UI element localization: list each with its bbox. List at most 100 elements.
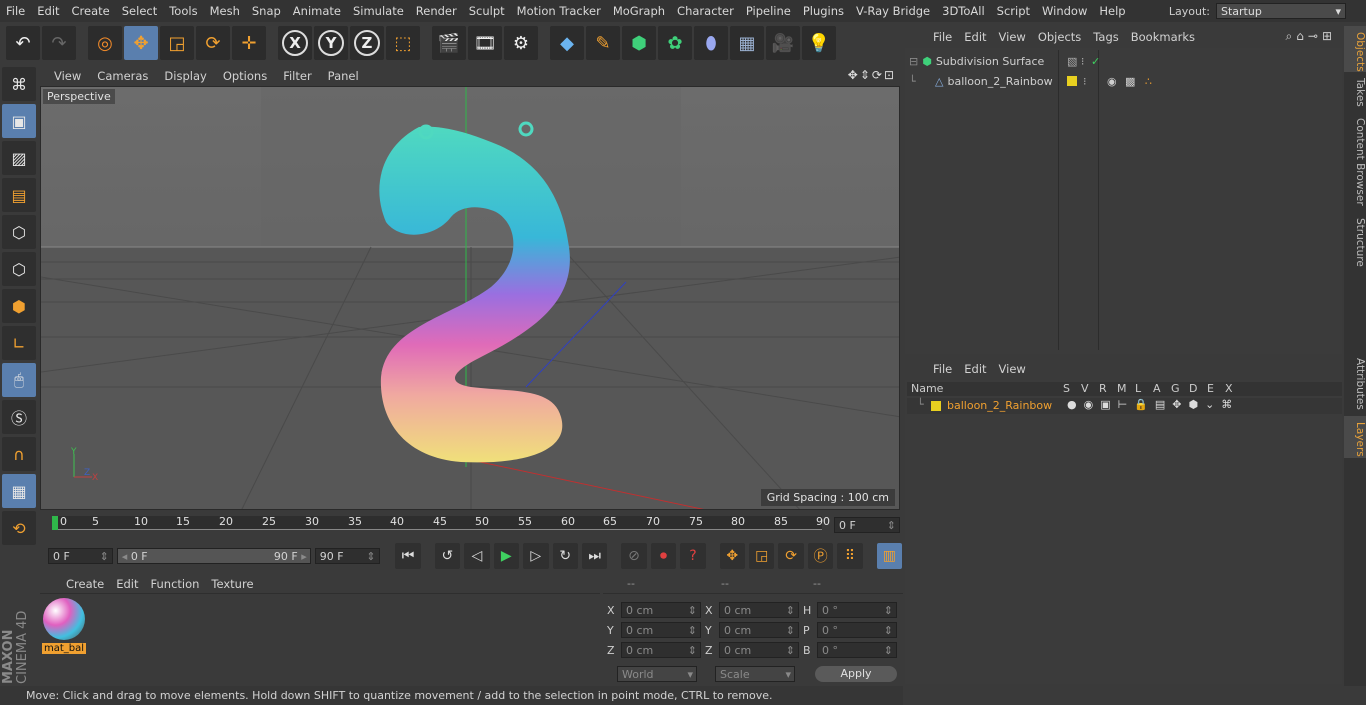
viewport-menu-view[interactable]: View: [46, 69, 89, 83]
rotate-icon[interactable]: ⟳: [196, 26, 230, 60]
tab-objects[interactable]: Objects: [1344, 26, 1366, 72]
keyframe-selection-icon[interactable]: ?: [680, 543, 706, 569]
go-to-start-icon[interactable]: ⏮: [395, 543, 421, 569]
viewport-menu-filter[interactable]: Filter: [275, 69, 319, 83]
column-view[interactable]: V: [1081, 382, 1089, 395]
size-z-field[interactable]: 0 cm ⇕: [719, 642, 799, 658]
objects-menu-tags[interactable]: Tags: [1087, 30, 1124, 44]
axis-mode-icon[interactable]: ∟: [2, 326, 36, 360]
collapse-icon[interactable]: ⊟: [909, 55, 918, 68]
model-mode-icon[interactable]: ▣: [2, 104, 36, 138]
record-keys-icon[interactable]: ⊘: [621, 543, 647, 569]
points-mode-icon[interactable]: ⬡: [2, 215, 36, 249]
layers-menu-file[interactable]: File: [927, 362, 958, 376]
live-selection-icon[interactable]: ◎: [88, 26, 122, 60]
camera-label[interactable]: Perspective: [43, 89, 115, 104]
menu-animate[interactable]: Animate: [287, 4, 347, 18]
make-editable-icon[interactable]: ⌘: [2, 67, 36, 101]
planar-workplane-icon[interactable]: ⟲: [2, 511, 36, 545]
viewport-menu-options[interactable]: Options: [215, 69, 275, 83]
scale-mode-dropdown[interactable]: Scale ▾: [715, 666, 795, 682]
tab-structure[interactable]: Structure: [1344, 212, 1366, 272]
pen-icon[interactable]: ✎: [586, 26, 620, 60]
layer-color-swatch[interactable]: [1067, 76, 1077, 86]
viewport-menu-display[interactable]: Display: [156, 69, 214, 83]
layers-menu-view[interactable]: View: [993, 362, 1032, 376]
column-solo[interactable]: S: [1063, 382, 1070, 395]
layer-toggle-icons[interactable]: ●◉▣⊢🔒▤✥⬢⌄⌘: [1067, 398, 1239, 411]
pos-z-field[interactable]: 0 cm ⇕: [621, 642, 701, 658]
size-x-field[interactable]: 0 cm ⇕: [719, 602, 799, 618]
object-row-subdivision-surface[interactable]: ⊟ ⬢ Subdivision Surface ▧ ⁝ ✓: [909, 52, 1339, 70]
viewport-perspective[interactable]: Y X Z Perspective Grid Spacing : 100 cm: [40, 86, 900, 510]
apply-button[interactable]: Apply: [815, 666, 897, 682]
pos-x-field[interactable]: 0 cm ⇕: [621, 602, 701, 618]
column-deformers[interactable]: D: [1189, 382, 1197, 395]
column-name[interactable]: Name: [911, 382, 943, 395]
viewport-menu-cameras[interactable]: Cameras: [89, 69, 156, 83]
redo-icon[interactable]: ↷: [42, 26, 76, 60]
column-animation[interactable]: A: [1153, 382, 1161, 395]
texture-mode-icon[interactable]: ▨: [2, 141, 36, 175]
menu-help[interactable]: Help: [1093, 4, 1131, 18]
tab-attributes[interactable]: Attributes: [1344, 352, 1366, 416]
menu-create[interactable]: Create: [66, 4, 116, 18]
objects-menu-view[interactable]: View: [993, 30, 1032, 44]
material-tag-icon[interactable]: ◉: [1107, 75, 1117, 88]
cube-icon[interactable]: ◆: [550, 26, 584, 60]
key-pla-icon[interactable]: ⠿: [837, 543, 863, 569]
start-frame-field[interactable]: 0 F ⇕: [48, 548, 113, 564]
layers-menu-edit[interactable]: Edit: [958, 362, 992, 376]
subdivision-icon[interactable]: ⬢: [622, 26, 656, 60]
coordinate-mode-dropdown[interactable]: World ▾: [617, 666, 697, 682]
menu-pipeline[interactable]: Pipeline: [740, 4, 797, 18]
transform-icon[interactable]: ✛: [232, 26, 266, 60]
render-view-icon[interactable]: 🎬: [432, 26, 466, 60]
object-name[interactable]: Subdivision Surface: [936, 55, 1044, 68]
visibility-dots-icon[interactable]: ▧ ⁝: [1067, 55, 1084, 68]
floor-icon[interactable]: ▦: [730, 26, 764, 60]
phong-tag-icon[interactable]: ∴: [1145, 75, 1152, 88]
menu-character[interactable]: Character: [671, 4, 740, 18]
pos-y-field[interactable]: 0 cm ⇕: [621, 622, 701, 638]
menu-render[interactable]: Render: [410, 4, 463, 18]
snap-magnet-icon[interactable]: ∩: [2, 437, 36, 471]
rot-b-field[interactable]: 0 ° ⇕: [817, 642, 897, 658]
material-menu-create[interactable]: Create: [60, 577, 110, 591]
y-axis-icon[interactable]: Y: [314, 26, 348, 60]
layout-dropdown[interactable]: Startup ▾: [1216, 3, 1346, 19]
frame-range-slider[interactable]: ◂ 0 F 90 F ▸: [116, 548, 311, 564]
material-menu-function[interactable]: Function: [145, 577, 206, 591]
key-scale-icon[interactable]: ◲: [748, 543, 775, 569]
menu-motion-tracker[interactable]: Motion Tracker: [511, 4, 607, 18]
menu-sculpt[interactable]: Sculpt: [463, 4, 511, 18]
current-frame-field[interactable]: 0 F ⇕: [834, 517, 900, 533]
column-render[interactable]: R: [1099, 382, 1107, 395]
edges-mode-icon[interactable]: ⬡: [2, 252, 36, 286]
key-parameter-icon[interactable]: Ⓟ: [807, 543, 834, 569]
workplane-lock-icon[interactable]: ▦: [2, 474, 36, 508]
scale-icon[interactable]: ◲: [160, 26, 194, 60]
object-name[interactable]: balloon_2_Rainbow: [947, 75, 1052, 88]
menu-mesh[interactable]: Mesh: [204, 4, 246, 18]
objects-menu-edit[interactable]: Edit: [958, 30, 992, 44]
polygons-mode-icon[interactable]: ⬢: [2, 289, 36, 323]
render-picture-viewer-icon[interactable]: 🎞: [468, 26, 502, 60]
autokeying-icon[interactable]: ⏺: [650, 543, 677, 569]
move-icon[interactable]: ✥: [124, 26, 158, 60]
menu-snap[interactable]: Snap: [246, 4, 287, 18]
menu-plugins[interactable]: Plugins: [797, 4, 850, 18]
menu-tools[interactable]: Tools: [163, 4, 203, 18]
previous-frame-icon[interactable]: ◁: [464, 543, 490, 569]
key-position-icon[interactable]: ✥: [719, 543, 745, 569]
layer-row[interactable]: └ balloon_2_Rainbow ●◉▣⊢🔒▤✥⬢⌄⌘: [907, 398, 1342, 414]
material-menu-texture[interactable]: Texture: [205, 577, 259, 591]
column-generators[interactable]: G: [1171, 382, 1180, 395]
rot-h-field[interactable]: 0 ° ⇕: [817, 602, 897, 618]
next-key-icon[interactable]: ↻: [552, 543, 578, 569]
rot-p-field[interactable]: 0 ° ⇕: [817, 622, 897, 638]
key-rotation-icon[interactable]: ⟳: [778, 543, 804, 569]
viewport-menu-panel[interactable]: Panel: [320, 69, 367, 83]
coordinate-system-icon[interactable]: ⬚: [386, 26, 420, 60]
camera-icon[interactable]: 🎥: [766, 26, 800, 60]
